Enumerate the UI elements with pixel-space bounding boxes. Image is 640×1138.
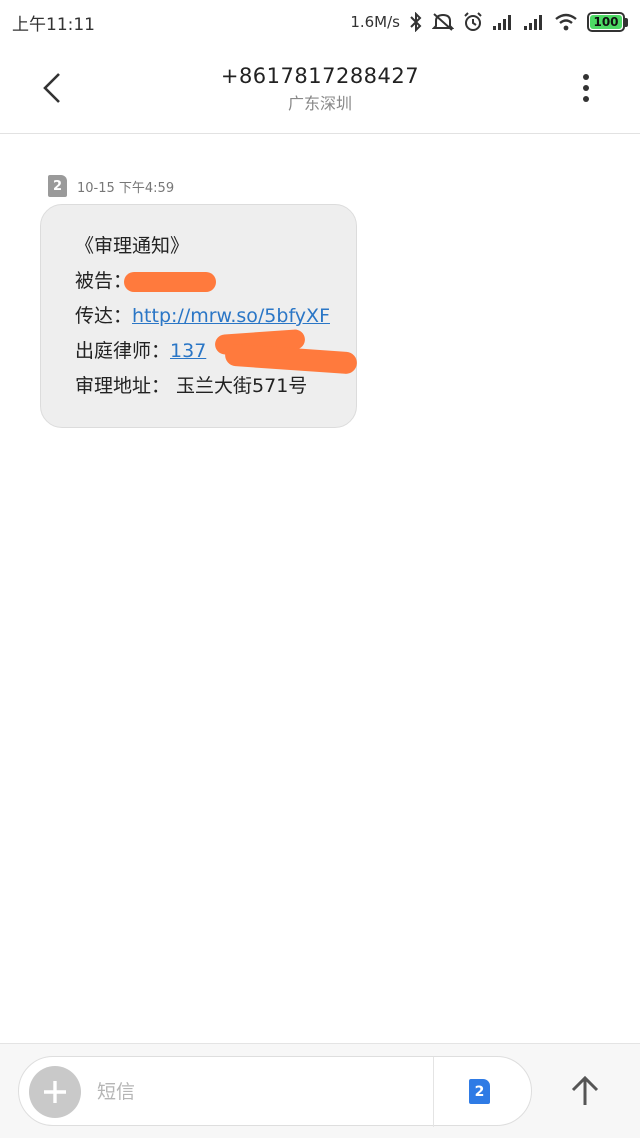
status-icons: 1.6M/s 100 xyxy=(350,12,628,32)
address-value: 玉兰大街571号 xyxy=(176,375,308,397)
lawyer-line: 出庭律师：137 xyxy=(75,328,358,375)
wifi-icon xyxy=(555,13,577,31)
conversation-header: +8617817288427 广东深圳 xyxy=(0,44,640,134)
composer-bar: 2 xyxy=(0,1043,640,1138)
status-bar: 上午11:11 1.6M/s 100 xyxy=(0,0,640,44)
net-speed: 1.6M/s xyxy=(350,13,400,31)
arrow-up-icon xyxy=(571,1075,599,1105)
message-title: 《审理通知》 xyxy=(75,235,190,257)
signal-icon xyxy=(493,15,511,30)
lawyer-phone[interactable]: 137 xyxy=(170,340,206,362)
address-line: 审理地址： 玉兰大街571号 xyxy=(75,369,356,404)
mute-icon xyxy=(432,13,454,31)
plus-icon xyxy=(44,1081,66,1103)
more-options-button[interactable] xyxy=(562,64,610,112)
composer-divider xyxy=(433,1057,434,1127)
contact-location: 广东深圳 xyxy=(287,94,352,113)
sim-badge: 2 xyxy=(48,175,67,197)
more-vertical-icon xyxy=(583,74,589,102)
add-attachment-button[interactable] xyxy=(29,1066,81,1118)
composer-pill: 2 xyxy=(18,1056,532,1127)
contact-title: +8617817288427 广东深圳 xyxy=(0,64,640,114)
battery-icon: 100 xyxy=(587,12,628,32)
message-input[interactable] xyxy=(97,1075,417,1109)
redaction-mark xyxy=(124,271,217,292)
lawyer-label: 出庭律师： xyxy=(75,340,171,362)
message-meta: 2 10-15 下午4:59 xyxy=(48,175,174,197)
service-link[interactable]: http://mrw.so/5bfyXF xyxy=(132,305,330,327)
battery-level: 100 xyxy=(590,15,622,29)
contact-number: +8617817288427 xyxy=(220,64,420,88)
address-label: 审理地址： xyxy=(75,375,171,397)
status-time: 上午11:11 xyxy=(12,14,95,35)
sim-select-button[interactable]: 2 xyxy=(469,1079,490,1104)
send-button[interactable] xyxy=(558,1064,612,1118)
message-bubble[interactable]: 《审理通知》 被告： 传达：http://mrw.so/5bfyXF 出庭律师：… xyxy=(40,204,358,428)
signal-icon xyxy=(524,15,542,30)
message-time: 10-15 下午4:59 xyxy=(77,180,175,196)
service-line: 传达：http://mrw.so/5bfyXF xyxy=(75,299,356,334)
service-label: 传达： xyxy=(75,305,133,327)
alarm-icon xyxy=(464,12,482,31)
defendant-line: 被告： xyxy=(75,264,356,299)
bluetooth-icon xyxy=(410,12,422,32)
